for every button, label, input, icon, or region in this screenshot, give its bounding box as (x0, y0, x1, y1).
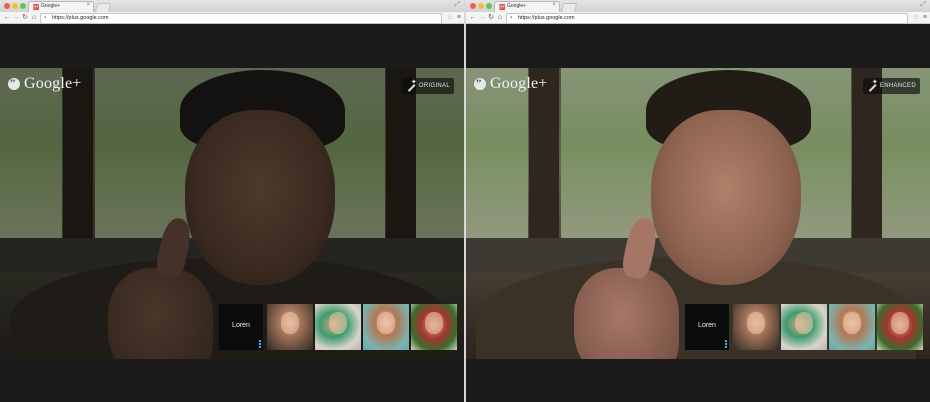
tab-title: Google+ (507, 3, 527, 9)
participant-face (843, 312, 861, 334)
person-hand (574, 268, 679, 359)
browser-toolbar: ← → ↻ ⌂ ▪ https://plus.google.com ☆ ≡ (0, 12, 464, 24)
browser-window-original: g+ Google+ × ⤢ ← → ↻ ⌂ ▪ https://plus.go… (0, 0, 464, 402)
hangout-icon (8, 76, 20, 91)
address-bar[interactable]: ▪ https://plus.google.com (506, 13, 908, 24)
forward-icon[interactable]: → (478, 13, 486, 23)
main-video-feed: Google+ ENHANCED Loren (466, 68, 930, 359)
address-url: https://plus.google.com (518, 15, 575, 21)
home-icon[interactable]: ⌂ (496, 13, 504, 23)
bookmark-star-icon[interactable]: ☆ (913, 13, 919, 23)
speaker-name: Loren (232, 322, 250, 329)
brand-text: Google+ (24, 75, 82, 92)
window-pane (0, 68, 62, 238)
address-bar[interactable]: ▪ https://plus.google.com (40, 13, 442, 24)
tab-strip: g+ Google+ × ⤢ (466, 0, 930, 13)
close-window-button[interactable] (470, 3, 476, 9)
forward-icon[interactable]: → (12, 13, 20, 23)
active-speaker-tile[interactable]: Loren (685, 304, 729, 350)
zoom-window-button[interactable] (486, 3, 492, 9)
participant-thumbnail[interactable] (315, 304, 361, 350)
participant-thumbnail[interactable] (829, 304, 875, 350)
brand-text: Google+ (490, 75, 548, 92)
zoom-window-button[interactable] (20, 3, 26, 9)
back-icon[interactable]: ← (469, 13, 477, 23)
google-plus-favicon-icon: g+ (499, 4, 505, 10)
magic-wand-icon (867, 78, 878, 91)
participant-face (329, 312, 347, 334)
participant-thumbnail[interactable] (733, 304, 779, 350)
reload-icon[interactable]: ↻ (487, 13, 495, 23)
person-hand (108, 268, 213, 359)
mic-level-icon (259, 340, 261, 348)
back-icon[interactable]: ← (3, 13, 11, 23)
participant-filmstrip: Loren (685, 304, 923, 350)
participant-face (891, 312, 909, 334)
mode-label: ORIGINAL (418, 83, 450, 89)
address-url: https://plus.google.com (52, 15, 109, 21)
participant-face (795, 312, 813, 334)
participant-thumbnail[interactable] (781, 304, 827, 350)
fullscreen-icon[interactable]: ⤢ (920, 1, 926, 9)
close-window-button[interactable] (4, 3, 10, 9)
browser-tab[interactable]: g+ Google+ × (28, 1, 94, 12)
magic-wand-icon (406, 78, 417, 91)
tab-close-icon[interactable]: × (552, 2, 556, 8)
participant-thumbnail[interactable] (877, 304, 923, 350)
person-face (185, 110, 335, 285)
participant-face (425, 312, 443, 334)
google-plus-favicon-icon: g+ (33, 4, 39, 10)
participant-thumbnail[interactable] (411, 304, 457, 350)
hangout-viewport: Google+ ENHANCED Loren (466, 25, 930, 402)
tab-strip: g+ Google+ × ⤢ (0, 0, 464, 13)
participant-filmstrip: Loren (219, 304, 457, 350)
participant-face (377, 312, 395, 334)
main-video-feed: Google+ ORIGINAL Loren (0, 68, 464, 359)
menu-icon[interactable]: ≡ (923, 13, 927, 23)
home-icon[interactable]: ⌂ (30, 13, 38, 23)
participant-face (747, 312, 765, 334)
active-speaker-tile[interactable]: Loren (219, 304, 263, 350)
studio-mode-toggle[interactable]: ENHANCED (862, 78, 920, 94)
hangout-icon (474, 76, 486, 91)
participant-thumbnail[interactable] (363, 304, 409, 350)
participant-thumbnail[interactable] (267, 304, 313, 350)
minimize-window-button[interactable] (12, 3, 18, 9)
hangout-viewport: Google+ ORIGINAL Loren (0, 25, 464, 402)
participant-face (281, 312, 299, 334)
google-plus-logo: Google+ (474, 75, 548, 92)
fullscreen-icon[interactable]: ⤢ (454, 1, 460, 9)
browser-tab[interactable]: g+ Google+ × (494, 1, 560, 12)
menu-icon[interactable]: ≡ (457, 13, 461, 23)
bookmark-star-icon[interactable]: ☆ (447, 13, 453, 23)
tab-close-icon[interactable]: × (86, 2, 90, 8)
mic-level-icon (725, 340, 727, 348)
mode-label: ENHANCED (879, 83, 916, 89)
browser-window-enhanced: g+ Google+ × ⤢ ← → ↻ ⌂ ▪ https://plus.go… (466, 0, 930, 402)
speaker-name: Loren (698, 322, 716, 329)
google-plus-logo: Google+ (8, 75, 82, 92)
studio-mode-toggle[interactable]: ORIGINAL (401, 78, 454, 94)
reload-icon[interactable]: ↻ (21, 13, 29, 23)
lock-icon: ▪ (44, 15, 47, 21)
browser-toolbar: ← → ↻ ⌂ ▪ https://plus.google.com ☆ ≡ (466, 12, 930, 24)
lock-icon: ▪ (510, 15, 513, 21)
minimize-window-button[interactable] (478, 3, 484, 9)
person-face (651, 110, 801, 285)
window-pane (466, 68, 528, 238)
tab-title: Google+ (41, 3, 61, 9)
